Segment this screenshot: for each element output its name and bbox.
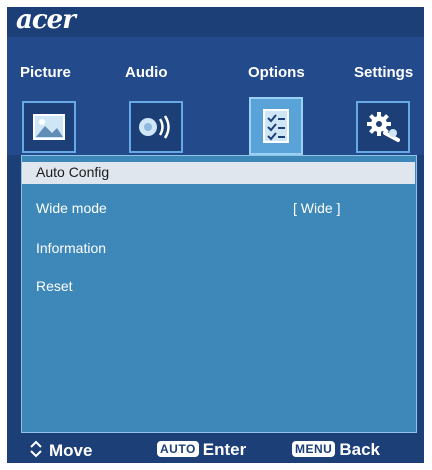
picture-icon xyxy=(33,114,65,140)
auto-key-icon: AUTO xyxy=(157,441,199,457)
tab-audio[interactable] xyxy=(129,101,183,153)
menu-item-auto-config[interactable]: Auto Config xyxy=(22,162,415,184)
menu-item-label: Auto Config xyxy=(36,164,110,180)
acer-logo: acer xyxy=(16,7,76,35)
checklist-icon xyxy=(263,109,289,143)
menu-item-label: Wide mode xyxy=(36,200,107,216)
wide-mode-value: [ Wide ] xyxy=(293,200,341,216)
menu-item-wide-mode[interactable]: Wide mode [ Wide ] xyxy=(22,198,415,220)
menu-key-icon: MENU xyxy=(292,441,336,457)
tab-picture-label[interactable]: Picture xyxy=(20,64,71,81)
menu-item-label: Reset xyxy=(36,278,73,294)
up-down-arrow-icon xyxy=(30,440,42,458)
tab-options-label[interactable]: Options xyxy=(248,64,305,81)
footer-back-hint: MENU Back xyxy=(292,440,380,462)
footer-enter-hint: AUTO Enter xyxy=(157,440,246,462)
menu-item-label: Information xyxy=(36,240,107,256)
menu-item-information[interactable]: Information xyxy=(22,238,415,260)
tab-options[interactable] xyxy=(249,97,303,155)
move-label: Move xyxy=(49,441,93,460)
tab-picture[interactable] xyxy=(22,101,76,153)
options-menu-panel: Auto Config Wide mode [ Wide ] Informati… xyxy=(21,155,417,433)
enter-label: Enter xyxy=(202,440,247,459)
osd-window: acer Picture Audio Options Settings Auto… xyxy=(7,7,424,463)
menu-item-reset[interactable]: Reset xyxy=(22,276,415,298)
tab-audio-label[interactable]: Audio xyxy=(125,64,168,81)
footer-move-hint: Move xyxy=(29,440,92,462)
tab-settings-label[interactable]: Settings xyxy=(354,64,413,81)
speaker-icon xyxy=(139,115,170,139)
gears-icon xyxy=(367,112,400,142)
tab-settings[interactable] xyxy=(356,101,410,153)
back-label: Back xyxy=(339,440,380,459)
